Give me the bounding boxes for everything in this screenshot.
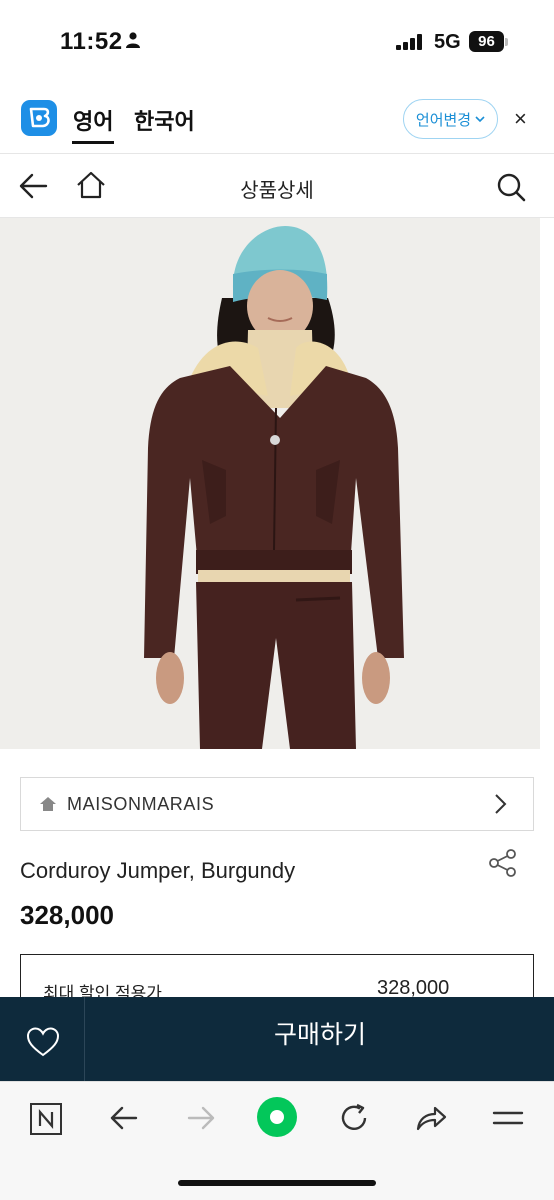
battery-icon: 96 — [469, 31, 504, 52]
papago-logo-icon — [29, 107, 50, 128]
refresh-icon[interactable] — [338, 1102, 370, 1134]
heart-icon — [26, 1027, 60, 1057]
share-icon[interactable] — [488, 848, 518, 878]
tab-source-language[interactable]: 영어 — [73, 104, 113, 136]
active-language-underline — [72, 141, 114, 144]
share-browser-icon[interactable] — [414, 1102, 448, 1134]
store-home-icon — [40, 797, 56, 811]
model-photo — [0, 218, 540, 749]
brand-name: MAISONMARAIS — [67, 794, 215, 814]
purchase-bar: 구매하기 — [0, 997, 554, 1081]
network-type: 5G — [434, 31, 461, 53]
change-language-label: 언어변경 — [415, 111, 472, 129]
wishlist-button[interactable] — [0, 997, 85, 1081]
person-icon — [126, 32, 140, 48]
tab-target-language[interactable]: 한국어 — [134, 104, 195, 136]
green-dot-icon[interactable] — [256, 1096, 298, 1138]
menu-icon[interactable] — [492, 1102, 524, 1134]
page-title: 상품상세 — [240, 180, 314, 202]
product-price: 328,000 — [20, 900, 114, 930]
naver-n-icon[interactable] — [29, 1102, 63, 1136]
status-bar: 11:52 5G 96 — [0, 0, 554, 84]
brand-link-row[interactable]: MAISONMARAIS — [20, 777, 534, 831]
chevron-right-icon — [495, 794, 507, 814]
search-icon[interactable] — [496, 172, 526, 202]
product-image[interactable] — [0, 218, 540, 749]
site-header: 상품상세 — [0, 154, 554, 218]
home-indicator[interactable] — [178, 1180, 376, 1186]
chevron-down-icon — [475, 116, 485, 123]
status-time: 11:52 — [60, 28, 123, 55]
forward-icon[interactable] — [185, 1102, 217, 1134]
buy-button[interactable]: 구매하기 — [86, 997, 554, 1081]
translate-bar: 영어 한국어 언어변경 × — [0, 84, 554, 154]
close-translate-button[interactable]: × — [514, 106, 527, 132]
battery-cap — [505, 38, 508, 46]
change-language-button[interactable]: 언어변경 — [403, 99, 498, 139]
back-icon[interactable] — [108, 1102, 140, 1134]
translate-app-logo[interactable] — [21, 100, 57, 136]
signal-icon — [396, 34, 422, 50]
product-name: Corduroy Jumper, Burgundy — [20, 858, 296, 883]
